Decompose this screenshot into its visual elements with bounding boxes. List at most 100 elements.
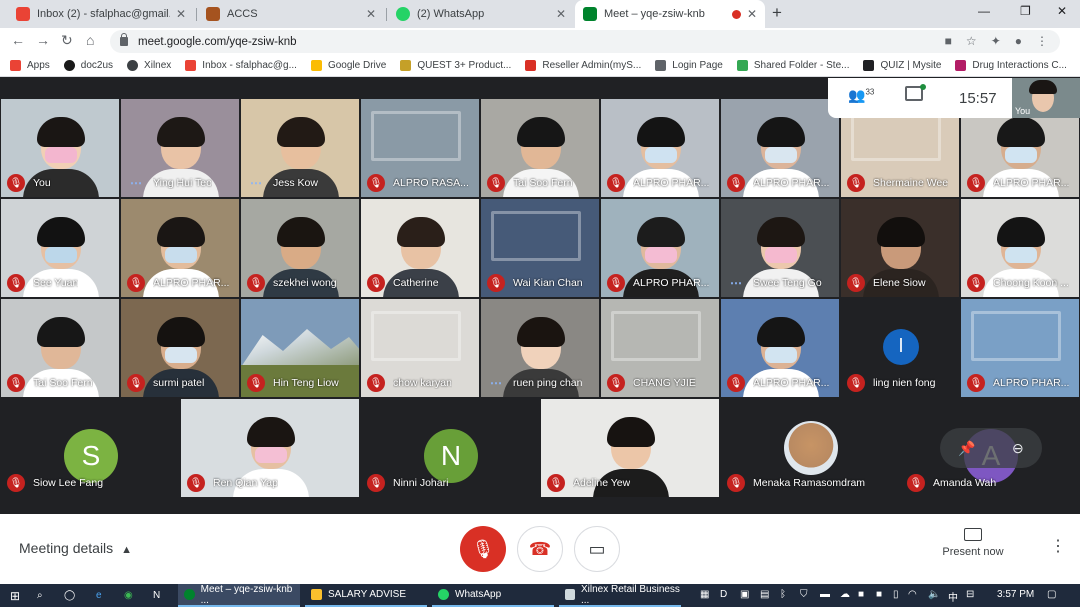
tray-red-icon-2[interactable]: ■ [876,589,882,600]
participant-tile[interactable]: 🎙 Tai Soo Fern [0,298,120,398]
close-icon[interactable]: ✕ [176,7,186,21]
onedrive-icon[interactable]: ☁ [840,589,850,600]
participant-tile[interactable]: S 🎙 Siow Lee Fang [0,398,180,498]
participant-tile[interactable]: 🎙 Tai Soo Fern [480,98,600,198]
taskbar-app-whatsapp[interactable]: WhatsApp [432,584,554,607]
bookmark-drug-interactions[interactable]: Drug Interactions C... [955,60,1067,71]
restore-icon[interactable]: ❐ [1020,4,1031,18]
windows-start-icon[interactable]: ⊞ [10,584,20,607]
tray-file-icon[interactable]: ▦ [700,589,709,600]
address-bar[interactable]: meet.google.com/yqe-zsiw-knb ■ ☆ ✦ ● ⋮ [110,30,1060,53]
extensions-icon[interactable]: ✦ [991,34,1001,48]
bookmark-apps[interactable]: Apps [10,60,50,71]
task-view-icon[interactable]: ◯ [64,584,75,607]
participant-tile[interactable]: ⋯ Jess Kow [240,98,360,198]
bookmark-login-page[interactable]: Login Page [655,60,723,71]
ime-language[interactable]: 中 [948,589,958,604]
bookmark-doc2us[interactable]: doc2us [63,60,113,71]
tab-meet[interactable]: Meet – yqe-zsiw-knb ✕ [575,0,765,28]
participant-tile[interactable]: 🎙 ALPRO PHAR... [720,298,840,398]
bookmark-shared-folder[interactable]: Shared Folder - Ste... [736,60,849,71]
camera-in-use-icon[interactable]: ■ [945,34,952,48]
taskbar-app-salary-advise[interactable]: SALARY ADVISE [305,584,427,607]
bluetooth-icon[interactable]: ᛒ [780,589,786,600]
notification-icon[interactable]: ▢ [1047,589,1056,600]
camera-toggle-button[interactable]: ▭ [574,526,620,572]
participant-tile[interactable]: ⋯ Ying Hui Teo [120,98,240,198]
participant-tile[interactable]: 🎙 ALPRO PHAR... [600,198,720,298]
shield-icon[interactable]: ⛉ [800,589,808,600]
wifi-icon[interactable]: ◠ [908,589,917,600]
browser-menu-icon[interactable]: ⋮ [1036,34,1048,48]
profile-icon[interactable]: ● [1015,34,1022,48]
tray-d-icon[interactable]: D [720,589,727,600]
participant-tile[interactable]: 🎙 surmi patel [120,298,240,398]
participant-tile[interactable]: 🎙 Hin Teng Liow [240,298,360,398]
participant-tile[interactable]: l 🎙 ling nien fong [840,298,960,398]
tray-box-icon[interactable]: ▣ [740,589,749,600]
bookmark-quiz[interactable]: QUIZ | Mysite [863,60,941,71]
participant-tile[interactable]: 🎙 ALPRO RASA... [360,98,480,198]
taskbar-clock[interactable]: 3:57 PM [997,589,1034,600]
app-n-icon[interactable]: N [153,584,160,607]
participants-icon[interactable]: 👥33 [848,87,874,104]
participant-tile[interactable]: 🎙 ALPRO PHAR... [960,298,1080,398]
participant-tile[interactable]: 🎙 ALPRO PHAR... [120,198,240,298]
taskbar-app-xilnex[interactable]: Xilnex Retail Business ... [559,584,681,607]
bookmark-reseller-admin[interactable]: Reseller Admin(myS... [525,60,641,71]
minimize-icon[interactable]: — [978,4,990,18]
more-options-icon[interactable]: ⋮ [1050,536,1066,556]
tray-cc-icon[interactable]: ▬ [820,589,830,600]
participant-tile[interactable]: 🎙 ALPRO PHAR... [720,98,840,198]
self-view-tile[interactable]: You [1012,78,1080,118]
close-icon[interactable]: ✕ [556,7,566,21]
tab-accs[interactable]: ACCS ✕ [198,0,384,28]
participant-tile[interactable]: 🎙 CHANG YJIE [600,298,720,398]
new-tab-button[interactable]: + [772,3,782,23]
close-icon[interactable]: ✕ [747,7,757,21]
participant-tile[interactable]: 🎙 chow karyan [360,298,480,398]
home-icon[interactable]: ⌂ [86,32,94,48]
meeting-details-button[interactable]: Meeting details ▲ [19,540,132,556]
bookmark-inbox[interactable]: Inbox - sfalphac@g... [185,60,297,71]
search-icon[interactable]: ⌕ [37,584,43,607]
participant-tile[interactable]: 🎙 Ren Qian Yap [180,398,360,498]
participant-tile[interactable]: 🎙 Menaka Ramasomdram [720,398,900,498]
close-icon[interactable]: ✕ [366,7,376,21]
participant-tile[interactable]: 🎙 Wai Kian Chan [480,198,600,298]
bookmark-star-icon[interactable]: ☆ [966,34,977,48]
bookmark-xilnex[interactable]: Xilnex [127,60,171,71]
present-now-button[interactable]: Present now [940,528,1006,558]
edge-icon[interactable]: e [96,584,102,607]
participant-tile[interactable]: ⋯ ruen ping chan [480,298,600,398]
bookmark-quest[interactable]: QUEST 3+ Product... [400,60,511,71]
forward-icon[interactable]: → [36,32,50,48]
participant-tile[interactable]: ⋯ Swee Teng Go [720,198,840,298]
participant-tile[interactable]: 🎙 Elene Siow [840,198,960,298]
participant-tile[interactable]: 🎙 See Yuan [0,198,120,298]
tab-gmail[interactable]: Inbox (2) - sfalphac@gmail.com ✕ [8,0,194,28]
tab-whatsapp[interactable]: (2) WhatsApp ✕ [388,0,574,28]
leave-call-button[interactable]: ☎ [517,526,563,572]
battery-icon[interactable]: ▯ [893,589,899,600]
bookmark-google-drive[interactable]: Google Drive [310,60,386,71]
microphone-toggle-button[interactable]: 🎙 [460,526,506,572]
participant-tile[interactable]: 🎙 ALPRO PHAR... [600,98,720,198]
tray-red-icon[interactable]: ■ [858,589,864,600]
participant-tile[interactable]: 🎙 szekhei wong [240,198,360,298]
participant-tile[interactable]: 🎙 Adeline Yew [540,398,720,498]
remove-icon[interactable]: ⊖ [1012,440,1024,457]
back-icon[interactable]: ← [11,32,25,48]
tray-chat-icon[interactable]: ▤ [760,589,769,600]
participant-tile[interactable]: 🎙 Catherine [360,198,480,298]
store-icon[interactable]: ◉ [124,584,133,607]
participant-tile[interactable]: 🎙 You [0,98,120,198]
pin-icon[interactable]: 📌 [958,440,975,457]
participant-tile[interactable]: N 🎙 Ninni Johari [360,398,540,498]
tray-chevron-icon[interactable]: ⊟ [966,589,974,600]
reload-icon[interactable]: ↻ [61,32,73,49]
participant-tile[interactable]: 🎙 Choong Koon ... [960,198,1080,298]
close-window-icon[interactable]: ✕ [1057,4,1067,18]
taskbar-app-meet[interactable]: Meet – yqe-zsiw-knb ... [178,584,300,607]
volume-icon[interactable]: 🔈 [928,589,940,600]
